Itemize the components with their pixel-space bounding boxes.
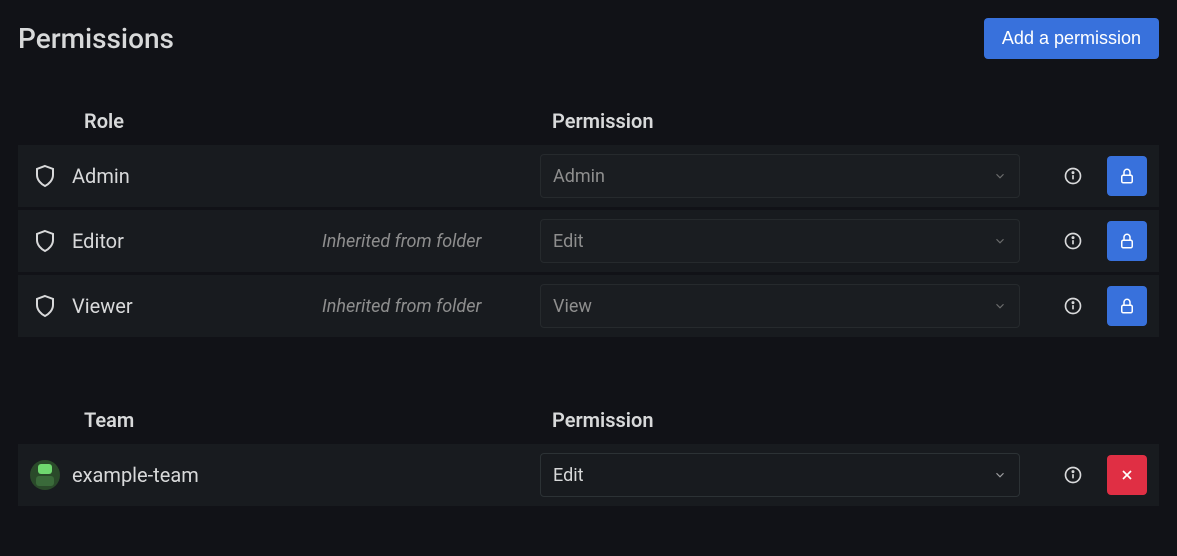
page-title: Permissions	[18, 22, 174, 55]
inherited-label: Inherited from folder	[322, 296, 540, 317]
info-button[interactable]	[1053, 455, 1093, 495]
permission-value: View	[553, 296, 592, 317]
shield-icon	[33, 164, 57, 188]
close-icon	[1119, 467, 1135, 483]
info-icon	[1063, 166, 1083, 186]
lock-icon	[1118, 232, 1136, 250]
team-name: example-team	[72, 463, 322, 487]
team-section-header: Team Permission	[18, 408, 1159, 444]
lock-button[interactable]	[1107, 156, 1147, 196]
permission-select-admin: Admin	[540, 154, 1020, 198]
shield-icon	[33, 294, 57, 318]
info-icon	[1063, 231, 1083, 251]
role-row-viewer: Viewer Inherited from folder View	[18, 275, 1159, 337]
inherited-label: Inherited from folder	[322, 231, 540, 252]
team-row-example: example-team Edit	[18, 444, 1159, 506]
remove-button[interactable]	[1107, 455, 1147, 495]
info-icon	[1063, 465, 1083, 485]
permission-select-viewer: View	[540, 284, 1020, 328]
team-column-header: Team	[84, 408, 552, 432]
role-row-admin: Admin Admin	[18, 145, 1159, 207]
page-header: Permissions Add a permission	[18, 18, 1159, 59]
lock-button[interactable]	[1107, 221, 1147, 261]
info-button[interactable]	[1053, 221, 1093, 261]
permission-value: Edit	[553, 231, 583, 252]
permission-value: Edit	[553, 465, 583, 486]
add-permission-button[interactable]: Add a permission	[984, 18, 1159, 59]
role-column-header: Role	[84, 109, 552, 133]
role-section-header: Role Permission	[18, 109, 1159, 145]
info-button[interactable]	[1053, 286, 1093, 326]
lock-icon	[1118, 297, 1136, 315]
team-avatar-icon	[30, 460, 60, 490]
permission-column-header: Permission	[552, 408, 653, 432]
role-name: Admin	[72, 164, 322, 188]
role-name: Viewer	[72, 294, 322, 318]
permission-value: Admin	[553, 166, 605, 187]
chevron-down-icon	[993, 468, 1007, 482]
lock-button[interactable]	[1107, 286, 1147, 326]
shield-icon	[33, 229, 57, 253]
permission-select-team[interactable]: Edit	[540, 453, 1020, 497]
info-button[interactable]	[1053, 156, 1093, 196]
permission-column-header: Permission	[552, 109, 653, 133]
info-icon	[1063, 296, 1083, 316]
role-row-editor: Editor Inherited from folder Edit	[18, 210, 1159, 272]
chevron-down-icon	[993, 234, 1007, 248]
permission-select-editor: Edit	[540, 219, 1020, 263]
lock-icon	[1118, 167, 1136, 185]
chevron-down-icon	[993, 169, 1007, 183]
role-name: Editor	[72, 229, 322, 253]
chevron-down-icon	[993, 299, 1007, 313]
